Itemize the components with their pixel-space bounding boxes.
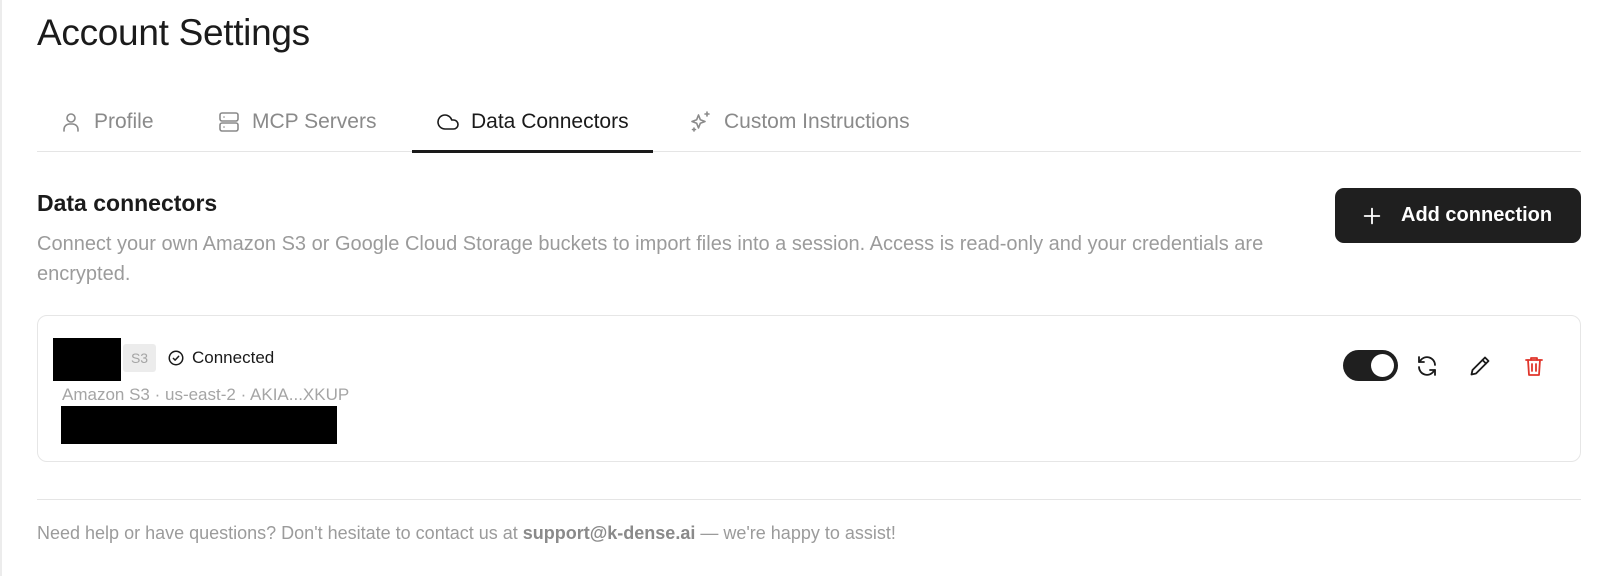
plus-icon — [1363, 207, 1381, 224]
toggle-knob — [1371, 354, 1394, 377]
left-border — [0, 0, 2, 576]
tab-mcp-servers-label: MCP Servers — [252, 110, 377, 133]
delete-button[interactable] — [1519, 351, 1549, 381]
pencil-icon — [1470, 356, 1490, 376]
section-title: Data connectors — [37, 190, 218, 216]
tab-custom-instructions-label: Custom Instructions — [724, 110, 910, 133]
footer-divider — [37, 499, 1581, 500]
sync-button[interactable] — [1412, 351, 1442, 381]
active-tab-indicator — [412, 150, 653, 153]
connection-meta: Amazon S3 · us-east-2 · AKIA...XKUP — [62, 385, 350, 404]
user-icon — [63, 113, 79, 132]
provider-badge: S3 — [123, 344, 156, 372]
check-circle-icon — [168, 350, 184, 366]
redacted-bucket-path — [61, 406, 337, 444]
settings-tabs: Profile MCP Servers Data Connectors Cust… — [37, 92, 1581, 153]
refresh-icon — [1418, 356, 1436, 376]
connection-status: Connected — [167, 348, 274, 368]
tab-data-connectors-label: Data Connectors — [471, 110, 629, 133]
add-connection-label: Add connection — [1401, 204, 1553, 226]
section-description: Connect your own Amazon S3 or Google Clo… — [37, 233, 1264, 285]
tab-mcp-servers[interactable]: MCP Servers — [217, 92, 376, 152]
connection-card: S3 Connected Amazon S3 · us-east-2 · AKI… — [37, 315, 1581, 462]
sparkles-icon — [691, 111, 710, 132]
footer-prefix: Need help or have questions? Don't hesit… — [37, 523, 523, 543]
page-title: Account Settings — [37, 12, 310, 53]
redacted-connection-name — [53, 338, 121, 381]
add-connection-button[interactable]: Add connection — [1335, 188, 1581, 243]
connection-enabled-toggle[interactable] — [1343, 350, 1398, 381]
tab-custom-instructions[interactable]: Custom Instructions — [689, 92, 910, 152]
tab-data-connectors[interactable]: Data Connectors — [412, 92, 653, 153]
server-icon — [219, 112, 239, 132]
tab-profile[interactable]: Profile — [59, 92, 154, 152]
trash-icon — [1525, 357, 1543, 376]
connection-status-label: Connected — [192, 348, 275, 367]
help-footer: Need help or have questions? Don't hesit… — [37, 523, 896, 544]
cloud-icon — [437, 114, 459, 130]
tab-profile-label: Profile — [94, 110, 154, 133]
edit-button[interactable] — [1465, 351, 1495, 381]
support-email-link[interactable]: support@k-dense.ai — [523, 523, 696, 543]
footer-suffix: — we're happy to assist! — [695, 523, 896, 543]
